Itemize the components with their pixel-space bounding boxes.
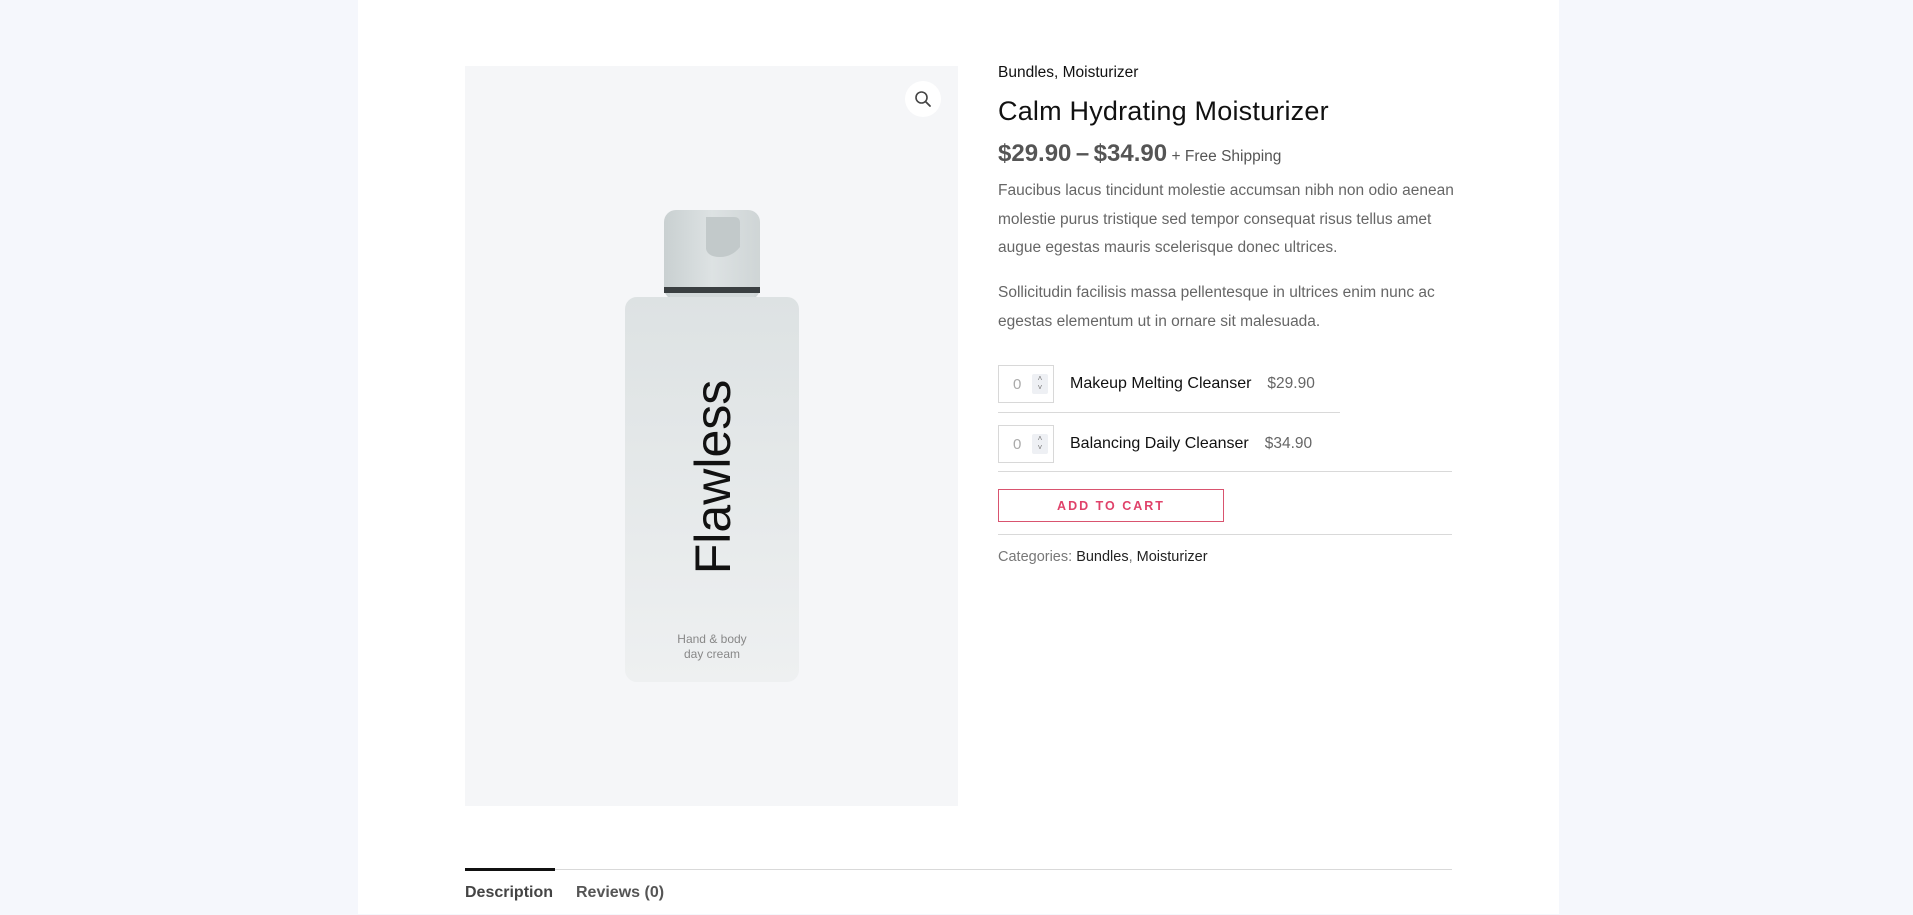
add-to-cart-button[interactable]: ADD TO CART xyxy=(998,489,1224,522)
product-description-1: Faucibus lacus tincidunt molestie accums… xyxy=(998,182,1454,256)
grouped-item-price: $29.90 xyxy=(1267,375,1315,392)
product-meta-categories: Categories: Bundles, Moisturizer xyxy=(998,549,1208,565)
zoom-button[interactable] xyxy=(905,81,941,117)
active-tab-indicator xyxy=(465,868,555,871)
grouped-item-name[interactable]: Balancing Daily Cleanser xyxy=(1070,435,1249,453)
price-separator: – xyxy=(1075,140,1090,167)
breadcrumb-categories: Bundles, Moisturizer xyxy=(998,64,1138,82)
stepper-arrows-icon[interactable]: ˄ ˅ xyxy=(1032,374,1048,394)
category-separator: , xyxy=(1054,64,1063,81)
bottle-brand-text: Flawless xyxy=(685,380,741,574)
category-link-moisturizer[interactable]: Moisturizer xyxy=(1063,64,1139,81)
price-high: $34.90 xyxy=(1093,140,1168,167)
quantity-stepper[interactable]: 0 ˄ ˅ xyxy=(998,425,1054,463)
price-range: $29.90 – $34.90 + Free Shipping xyxy=(998,140,1281,168)
bottle-subtext-2: day cream xyxy=(684,647,740,661)
meta-category-bundles[interactable]: Bundles xyxy=(1076,549,1128,565)
price-low: $29.90 xyxy=(998,140,1072,167)
bottle-subtext-1: Hand & body xyxy=(677,632,746,646)
shipping-note: + Free Shipping xyxy=(1171,148,1282,165)
meta-category-moisturizer[interactable]: Moisturizer xyxy=(1137,549,1208,565)
tab-description[interactable]: Description xyxy=(465,884,553,902)
product-tabs: Description Reviews (0) xyxy=(465,868,1452,915)
row-divider xyxy=(998,471,1452,472)
category-link-bundles[interactable]: Bundles xyxy=(998,64,1054,81)
quantity-value[interactable]: 0 xyxy=(1013,436,1021,453)
meta-divider xyxy=(998,534,1452,535)
product-title: Calm Hydrating Moisturizer xyxy=(998,96,1329,126)
product-description-2: Sollicitudin facilisis massa pellentesqu… xyxy=(998,284,1435,330)
magnifier-icon xyxy=(915,91,931,107)
stepper-arrows-icon[interactable]: ˄ ˅ xyxy=(1032,434,1048,454)
grouped-item-row: 0 ˄ ˅ Makeup Melting Cleanser $29.90 xyxy=(998,363,1315,405)
meta-category-separator: , xyxy=(1128,549,1133,565)
quantity-value[interactable]: 0 xyxy=(1013,376,1021,393)
grouped-item-row: 0 ˄ ˅ Balancing Daily Cleanser $34.90 xyxy=(998,423,1312,465)
bottle-illustration: Flawless Hand & body day cream xyxy=(620,205,804,685)
categories-label: Categories: xyxy=(998,549,1073,565)
quantity-stepper[interactable]: 0 ˄ ˅ xyxy=(998,365,1054,403)
grouped-item-name[interactable]: Makeup Melting Cleanser xyxy=(1070,375,1251,393)
row-divider xyxy=(998,412,1340,413)
grouped-item-price: $34.90 xyxy=(1264,435,1313,452)
tab-reviews[interactable]: Reviews (0) xyxy=(576,884,664,902)
